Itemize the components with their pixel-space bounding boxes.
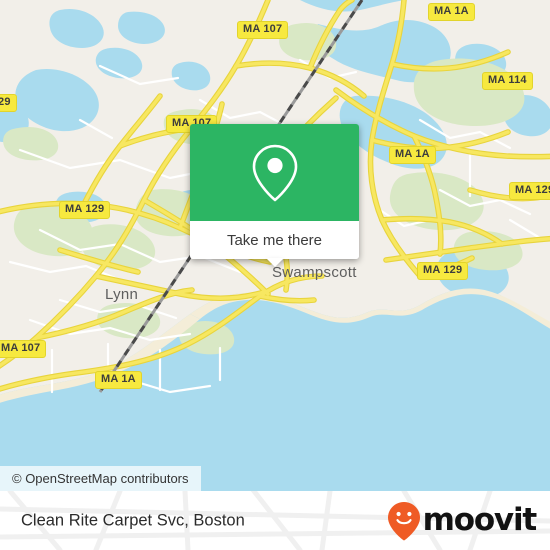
road-shield-ma-129-left: MA 129 xyxy=(59,201,111,219)
road-shield-ma-107-top: MA 107 xyxy=(237,21,289,39)
map-canvas[interactable]: Lynn Swampscott MA 107 MA 1A MA 114 MA 1… xyxy=(0,0,550,491)
popup-cta-area[interactable]: Take me there xyxy=(190,221,359,267)
location-title: Clean Rite Carpet Svc, Boston xyxy=(21,511,245,529)
location-popup-card[interactable]: Take me there xyxy=(190,124,359,267)
popup-pointer-tail xyxy=(265,258,284,267)
road-shield-ma-114: MA 114 xyxy=(482,72,533,90)
popup-icon-area xyxy=(190,124,359,221)
moovit-logo[interactable]: moovit xyxy=(387,501,538,541)
road-shield-ma-107-bottom: MA 107 xyxy=(0,340,47,358)
footer-bar: Clean Rite Carpet Svc, Boston moovit xyxy=(0,491,550,550)
road-shield-ma-1a-bottom: MA 1A xyxy=(95,371,142,389)
moovit-wordmark: moovit xyxy=(422,502,538,538)
road-shield-ma-1a-top: MA 1A xyxy=(428,3,475,21)
road-shield-ma-1a-mid: MA 1A xyxy=(389,146,436,164)
take-me-there-label: Take me there xyxy=(226,231,323,249)
map-screen: Lynn Swampscott MA 107 MA 1A MA 114 MA 1… xyxy=(0,0,550,550)
road-shield-29-left-edge: 29 xyxy=(0,94,17,112)
road-shield-ma-129-east: MA 129 xyxy=(417,262,469,280)
map-attribution[interactable]: © OpenStreetMap contributors xyxy=(0,466,201,491)
attribution-text: © OpenStreetMap contributors xyxy=(12,471,189,486)
moovit-smiley-pin-icon xyxy=(387,501,420,540)
map-pin-icon xyxy=(252,144,297,201)
road-shield-ma-129-right-edge: MA 129 xyxy=(509,182,550,200)
